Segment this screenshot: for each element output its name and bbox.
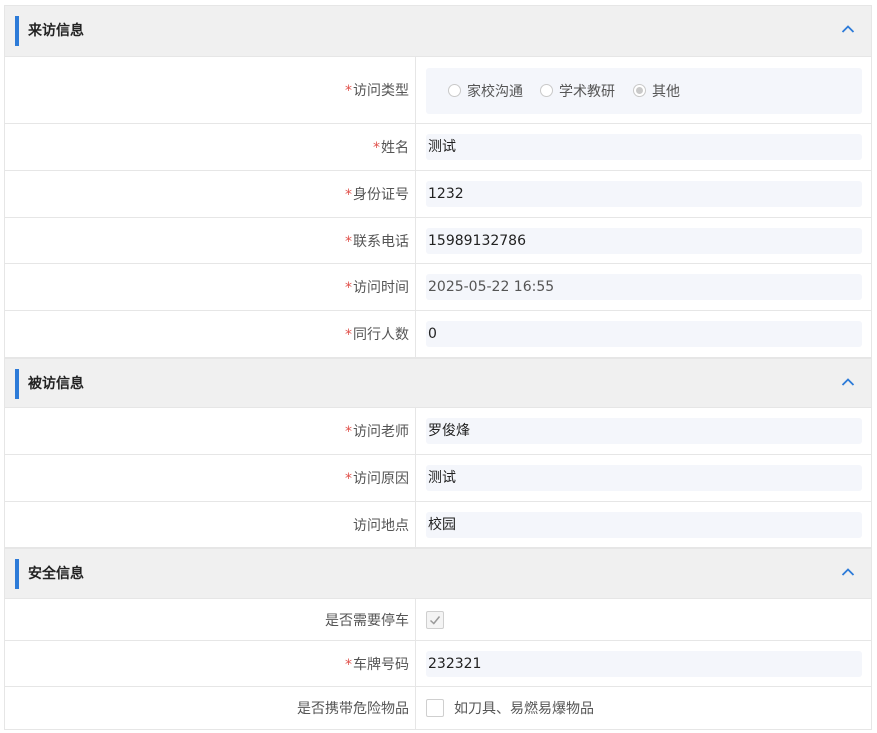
companions-field[interactable]: 0	[426, 321, 862, 347]
form-row-name: *姓名 测试	[4, 124, 872, 171]
section-header-visitor[interactable]: 来访信息	[4, 5, 872, 57]
plate-field[interactable]: 232321	[426, 650, 862, 677]
visit-time-field[interactable]: 2025-05-22 16:55	[426, 274, 862, 300]
radio-checked-icon	[633, 84, 646, 97]
form-row-location: 访问地点 校园	[4, 502, 872, 548]
form-row-visit-time: *访问时间 2025-05-22 16:55	[4, 264, 872, 311]
parking-checkbox[interactable]	[426, 610, 444, 629]
section-accent-bar	[15, 369, 19, 399]
check-icon	[429, 615, 441, 625]
field-label: *访问类型	[345, 83, 409, 99]
name-field[interactable]: 测试	[426, 134, 862, 160]
field-label: 访问地点	[353, 517, 409, 534]
section-header-host[interactable]: 被访信息	[4, 358, 872, 408]
radio-circle-icon	[540, 84, 553, 97]
form-row-id-number: *身份证号 1232	[4, 171, 872, 218]
id-number-field[interactable]: 1232	[426, 181, 862, 207]
field-label: *身份证号	[345, 187, 409, 203]
form-row-reason: *访问原因 测试	[4, 455, 872, 502]
field-label: *车牌号码	[345, 656, 409, 673]
field-label: 是否携带危险物品	[297, 701, 409, 717]
chevron-up-icon[interactable]	[841, 377, 855, 387]
dangerous-goods-option-label: 如刀具、易燃易爆物品	[454, 701, 594, 717]
phone-field[interactable]: 15989132786	[426, 227, 862, 254]
form-row-parking: 是否需要停车	[4, 599, 872, 641]
chevron-up-icon[interactable]	[841, 567, 855, 577]
field-label: *访问原因	[345, 471, 409, 487]
form-row-plate: *车牌号码 232321	[4, 641, 872, 687]
field-label: *访问时间	[345, 280, 409, 296]
section-header-safety[interactable]: 安全信息	[4, 548, 872, 599]
radio-circle-icon	[448, 84, 461, 97]
chevron-up-icon[interactable]	[841, 24, 855, 34]
section-accent-bar	[15, 559, 19, 589]
form-row-companions: *同行人数 0	[4, 311, 872, 358]
form-row-visit-type: *访问类型 家校沟通 学术教研 其他	[4, 57, 872, 124]
section-title: 来访信息	[28, 23, 84, 39]
teacher-field[interactable]: 罗俊烽	[426, 418, 862, 444]
section-title: 安全信息	[28, 566, 84, 582]
section-title: 被访信息	[28, 376, 84, 392]
field-label: *同行人数	[345, 327, 409, 343]
location-field[interactable]: 校园	[426, 511, 862, 538]
field-label: 是否需要停车	[325, 612, 409, 629]
field-label: *联系电话	[345, 233, 409, 250]
field-label: *姓名	[373, 140, 409, 156]
visit-type-radio-group: 家校沟通 学术教研 其他	[426, 68, 862, 114]
field-label: *访问老师	[345, 424, 409, 440]
section-accent-bar	[15, 16, 19, 46]
form-row-teacher: *访问老师 罗俊烽	[4, 408, 872, 455]
dangerous-goods-checkbox[interactable]	[426, 699, 444, 717]
reason-field[interactable]: 测试	[426, 465, 862, 491]
required-mark: *	[345, 83, 352, 99]
form-row-dangerous: 是否携带危险物品 如刀具、易燃易爆物品	[4, 687, 872, 730]
form-row-phone: *联系电话 15989132786	[4, 218, 872, 264]
visitor-registration-form: 来访信息 *访问类型 家校沟通 学术教研 其他 *姓名 测试 *身份证号 123…	[0, 0, 877, 733]
